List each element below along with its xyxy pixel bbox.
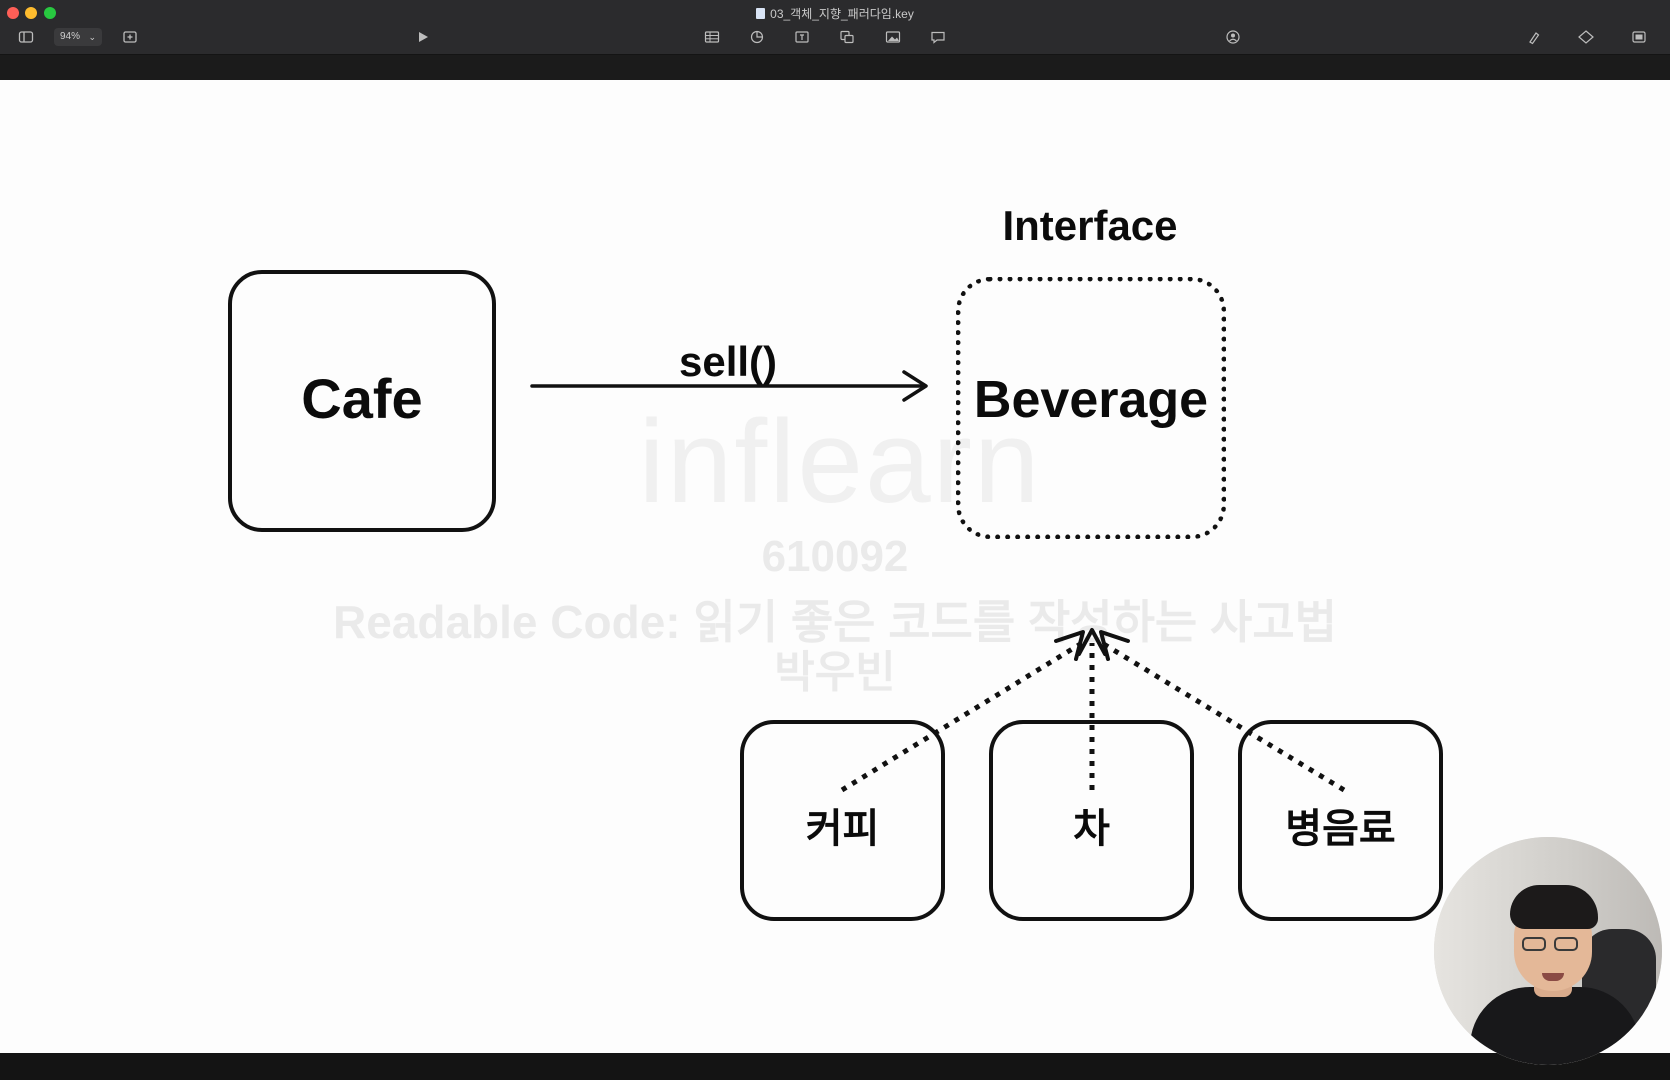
zoom-select[interactable]: 94% ⌄ (54, 28, 102, 46)
sell-arrow (530, 370, 928, 402)
close-window-button[interactable] (7, 7, 19, 19)
zoom-value: 94% (60, 31, 81, 42)
presenter-body (1470, 987, 1640, 1065)
sidebar-icon[interactable] (18, 28, 34, 46)
presenter-glasses (1522, 937, 1584, 953)
chevron-down-icon: ⌄ (88, 32, 96, 42)
text-icon[interactable] (794, 28, 810, 46)
animate-icon[interactable] (1577, 28, 1595, 46)
bottom-bar (0, 1053, 1670, 1080)
keynote-document-icon (756, 8, 766, 19)
coffee-label: 커피 (805, 807, 880, 851)
window-titlebar: 03_객체_지향_패러다임.key 94% ⌄ (0, 0, 1670, 55)
comment-icon[interactable] (930, 28, 946, 46)
minimize-window-button[interactable] (25, 7, 37, 19)
tea-label: 차 (1073, 807, 1110, 851)
document-icon[interactable] (1631, 28, 1647, 46)
maximize-window-button[interactable] (44, 7, 56, 19)
collaborate-icon[interactable] (1224, 28, 1242, 46)
add-slide-icon[interactable] (122, 28, 138, 46)
table-icon[interactable] (704, 28, 720, 46)
presenter-hair (1510, 885, 1598, 929)
toolbar-divider-band (0, 55, 1670, 80)
slide-canvas[interactable]: inflearn 610092 Readable Code: 읽기 좋은 코드를… (0, 80, 1670, 1053)
chart-icon[interactable] (749, 28, 765, 46)
window-title-text: 03_객체_지향_패러다임.key (770, 7, 914, 21)
presenter-webcam (1434, 837, 1662, 1065)
shape-icon[interactable] (839, 28, 855, 46)
cafe-label: Cafe (301, 367, 423, 430)
interface-label: Interface (1002, 202, 1178, 249)
play-icon[interactable] (415, 28, 431, 46)
format-icon[interactable] (1526, 28, 1542, 46)
media-icon[interactable] (885, 28, 901, 46)
beverage-label: Beverage (973, 371, 1209, 429)
window-title: 03_객체_지향_패러다임.key (0, 5, 1670, 22)
bottled-drink-label: 병음료 (1285, 807, 1396, 851)
